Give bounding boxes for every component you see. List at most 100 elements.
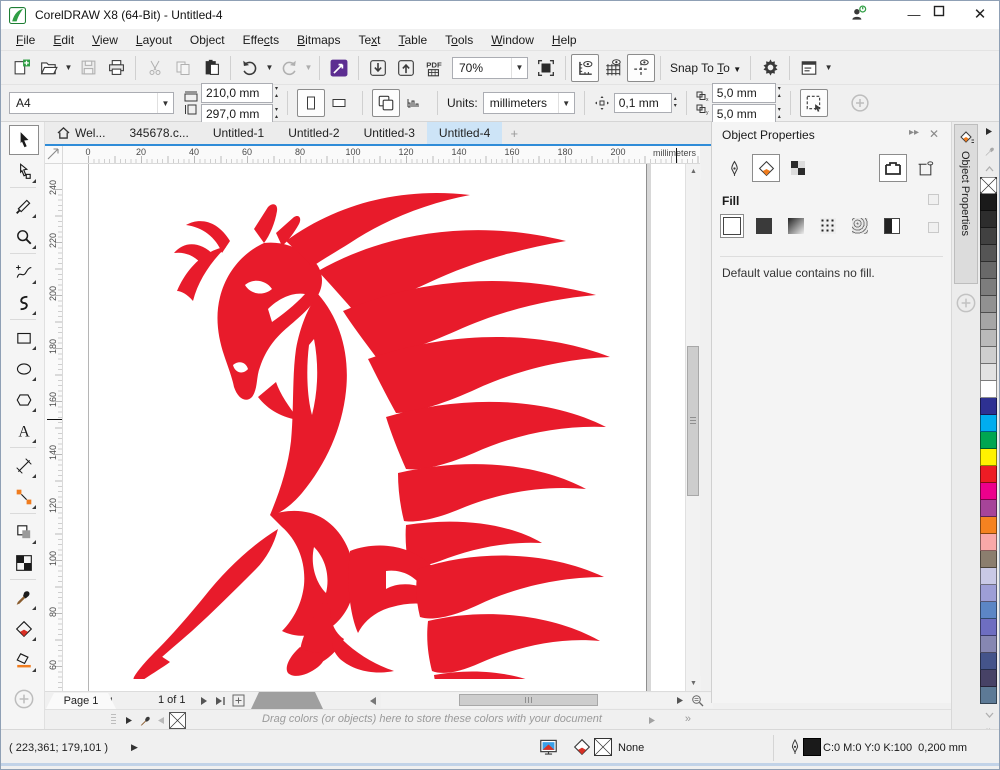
color-eyedropper-tool[interactable]	[9, 583, 39, 613]
units-combo[interactable]: millimeters ▼	[482, 92, 575, 114]
new-document-button[interactable]	[7, 54, 35, 82]
ruler-origin-corner[interactable]	[45, 146, 63, 164]
status-flyout-arrow[interactable]: ▶	[131, 742, 138, 753]
page-height-spinner[interactable]: ▾ ▴	[275, 107, 278, 121]
fountain-fill-button[interactable]	[784, 214, 808, 238]
scrapbook-view-button[interactable]	[879, 154, 907, 182]
close-button[interactable]: ✕	[965, 5, 995, 25]
dimension-tool[interactable]	[9, 451, 39, 481]
outline-section-tab[interactable]	[720, 154, 748, 182]
export-button[interactable]	[392, 54, 420, 82]
horse-artwork[interactable]	[118, 179, 628, 679]
page-width-input[interactable]: 210,0 mm	[201, 82, 273, 103]
document-tab-untitled-1[interactable]: Untitled-1	[201, 122, 276, 144]
crop-tool[interactable]	[9, 191, 39, 221]
fill-section-tab[interactable]	[752, 154, 780, 182]
open-button[interactable]	[35, 54, 63, 82]
freehand-tool[interactable]	[9, 257, 39, 287]
pick-tool[interactable]	[9, 125, 39, 155]
polygon-tool[interactable]	[9, 385, 39, 415]
menu-help[interactable]: Help	[543, 31, 586, 49]
copy-button[interactable]	[169, 54, 197, 82]
full-screen-preview-button[interactable]	[532, 54, 560, 82]
page-size-preset-combo[interactable]: A4 ▼	[9, 92, 174, 114]
menu-window[interactable]: Window	[482, 31, 543, 49]
open-dropdown[interactable]: ▼	[63, 55, 74, 81]
color-swatch-a64499[interactable]	[980, 500, 997, 517]
menu-object[interactable]: Object	[181, 31, 234, 49]
interactive-zoom-icon[interactable]	[690, 693, 705, 708]
page-width-spinner[interactable]: ▾ ▴	[275, 86, 278, 100]
color-swatch-ffffff[interactable]	[980, 381, 997, 398]
color-swatch-44548a[interactable]	[980, 653, 997, 670]
fill-none-swatch[interactable]	[594, 738, 612, 756]
fill-status-icon[interactable]	[573, 738, 591, 756]
connector-tool[interactable]	[9, 482, 39, 512]
page-height-input[interactable]: 297,0 mm	[201, 103, 273, 124]
palette-flyout-button[interactable]	[979, 124, 999, 138]
document-tab-wel-[interactable]: Wel...	[45, 122, 117, 144]
transparency-tool[interactable]	[9, 548, 39, 578]
docker-close-icon[interactable]: ✕	[929, 127, 939, 141]
scroll-up-button[interactable]: ▲	[686, 164, 701, 179]
undo-dropdown[interactable]: ▼	[264, 55, 275, 81]
import-button[interactable]	[364, 54, 392, 82]
next-page-button[interactable]	[197, 693, 212, 708]
zoom-level-combo[interactable]: 70% ▼	[452, 56, 528, 79]
color-swatch-7d7d7d[interactable]	[980, 279, 997, 296]
object-properties-vertical-tab[interactable]: Object Properties	[954, 124, 978, 284]
scroll-left-button[interactable]	[365, 693, 380, 708]
color-swatch-919191[interactable]	[980, 296, 997, 313]
rectangle-tool[interactable]	[9, 323, 39, 353]
color-swatch-2e3192[interactable]	[980, 398, 997, 415]
color-swatch-ed1c24[interactable]	[980, 466, 997, 483]
show-grid-toggle[interactable]	[599, 54, 627, 82]
texture-fill-button[interactable]	[848, 214, 872, 238]
page-tab-label[interactable]: Page 1	[46, 693, 116, 709]
horizontal-ruler[interactable]: millimeters 0 20 40 60 80 100 120 140 160 180 200	[63, 146, 700, 164]
redo-dropdown[interactable]: ▼	[303, 55, 314, 81]
vertical-ruler[interactable]: 240 220 200 180 160 140 120 100 80 60	[45, 164, 63, 691]
drawing-canvas[interactable]	[63, 164, 685, 691]
nudge-spinner[interactable]: ▴ ▾	[674, 96, 677, 110]
color-swatch-6e6ec1[interactable]	[980, 619, 997, 636]
application-launcher-button[interactable]	[795, 54, 823, 82]
fill-section-checkbox[interactable]	[928, 194, 939, 205]
color-swatch-8b7e6e[interactable]	[980, 551, 997, 568]
color-swatch-bababa[interactable]	[980, 330, 997, 347]
color-swatch-9d9ed6[interactable]	[980, 585, 997, 602]
drop-shadow-tool[interactable]	[9, 517, 39, 547]
document-tab-untitled-4[interactable]: Untitled-4	[426, 122, 503, 144]
save-button[interactable]	[74, 54, 102, 82]
interactive-fill-tool[interactable]	[9, 614, 39, 644]
text-tool[interactable]: A	[9, 416, 39, 446]
palette-expand-button[interactable]: »	[685, 713, 691, 725]
no-color-swatch[interactable]	[980, 177, 997, 194]
palette-eyedropper-icon[interactable]	[137, 713, 152, 728]
color-swatch-fff200[interactable]	[980, 449, 997, 466]
color-swatch-696969[interactable]	[980, 262, 997, 279]
color-swatch-8687b2[interactable]	[980, 636, 997, 653]
palette-flyout-arrow[interactable]	[121, 713, 136, 728]
uniform-fill-button[interactable]	[752, 214, 776, 238]
menu-view[interactable]: View	[83, 31, 127, 49]
options-gear-button[interactable]	[756, 54, 784, 82]
postscript-fill-button[interactable]	[880, 214, 904, 238]
color-swatch-f58220[interactable]	[980, 517, 997, 534]
fill-option-checkbox[interactable]	[928, 222, 939, 233]
color-swatch-1a1a1a[interactable]	[980, 194, 997, 211]
color-swatch-2d2d2d[interactable]	[980, 211, 997, 228]
smart-fill-tool[interactable]	[9, 645, 39, 675]
current-page-button[interactable]	[400, 89, 428, 117]
docker-collapse-icon[interactable]: ▸▸	[909, 127, 919, 138]
add-docker-button[interactable]	[955, 292, 977, 314]
duplicate-x-spinner[interactable]: ▾ ▴	[778, 86, 781, 100]
maximize-button[interactable]	[933, 5, 963, 25]
doc-palette-no-color-swatch[interactable]	[169, 712, 186, 729]
outline-color-swatch[interactable]	[803, 738, 821, 756]
transparency-section-tab[interactable]	[784, 154, 812, 182]
add-page-end-button[interactable]	[231, 693, 246, 708]
artistic-media-tool[interactable]	[9, 288, 39, 318]
vertical-scroll-thumb[interactable]	[687, 346, 699, 496]
palette-scroll-down-button[interactable]	[979, 708, 999, 722]
